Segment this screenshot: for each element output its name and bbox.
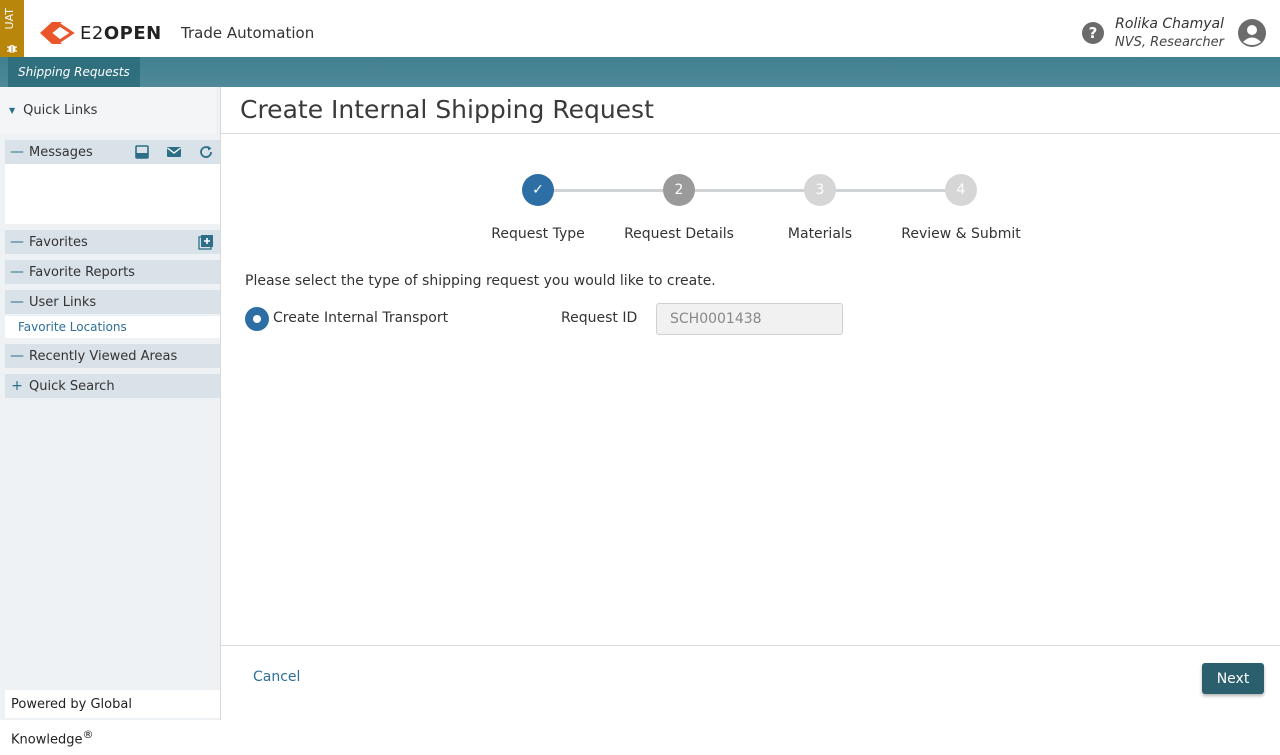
- collapse-icon[interactable]: —: [5, 264, 29, 280]
- step-3-circle[interactable]: 3: [804, 174, 836, 206]
- section-label: Quick Search: [29, 378, 115, 394]
- step-connector: [679, 189, 820, 192]
- section-label: User Links: [29, 294, 97, 310]
- request-id-label: Request ID: [561, 310, 638, 326]
- section-label: Recently Viewed Areas: [29, 348, 178, 364]
- inbox-icon[interactable]: [134, 144, 150, 160]
- e2open-logo[interactable]: E2OPEN: [36, 19, 162, 47]
- collapse-icon[interactable]: —: [5, 144, 29, 160]
- nav-bar: Shipping Requests: [0, 57, 1280, 87]
- section-favorites[interactable]: — Favorites: [5, 230, 220, 254]
- section-label: Messages: [29, 144, 93, 160]
- create-internal-transport-radio[interactable]: [245, 307, 269, 331]
- messages-panel: [5, 164, 220, 224]
- section-label: Favorites: [29, 234, 88, 250]
- step-3-label: Materials: [787, 226, 853, 242]
- collapse-icon[interactable]: —: [5, 234, 29, 250]
- user-role: NVS, Researcher: [1115, 35, 1224, 50]
- logo-text: E2OPEN: [80, 22, 162, 44]
- step-2-circle[interactable]: 2: [663, 174, 695, 206]
- bug-icon[interactable]: [6, 42, 18, 54]
- section-messages[interactable]: — Messages: [5, 140, 220, 164]
- divider: [221, 133, 1280, 134]
- collapse-icon[interactable]: —: [5, 348, 29, 364]
- step-connector: [538, 189, 679, 192]
- section-recently-viewed[interactable]: — Recently Viewed Areas: [5, 344, 220, 368]
- expand-icon[interactable]: +: [5, 378, 29, 394]
- step-2-label: Request Details: [624, 226, 734, 242]
- link-favorite-locations[interactable]: Favorite Locations: [5, 316, 220, 338]
- divider: [221, 645, 1280, 646]
- tab-shipping-requests[interactable]: Shipping Requests: [8, 57, 140, 87]
- section-label: Favorite Reports: [29, 264, 135, 280]
- next-button[interactable]: Next: [1202, 663, 1264, 694]
- step-connector: [820, 189, 961, 192]
- section-favorite-reports[interactable]: — Favorite Reports: [5, 260, 220, 284]
- environment-badge: UAT: [0, 0, 24, 57]
- sidebar: ▼ Quick Links — Messages — Favorites — F…: [0, 87, 221, 747]
- top-bar: UAT E2OPEN Trade Automation ? Rolika Cha…: [0, 0, 1280, 57]
- wizard-steps: ✓ 2 3 4 Request Type Request Details Mat…: [488, 172, 1048, 252]
- quick-links-label: Quick Links: [23, 102, 98, 118]
- section-quick-search[interactable]: + Quick Search: [5, 374, 220, 398]
- request-id-input[interactable]: [656, 303, 843, 335]
- quick-links-header[interactable]: ▼ Quick Links: [0, 87, 216, 133]
- add-favorite-icon[interactable]: [198, 234, 214, 250]
- refresh-icon[interactable]: [198, 144, 214, 160]
- step-4-circle[interactable]: 4: [945, 174, 977, 206]
- user-avatar-icon[interactable]: [1238, 19, 1266, 47]
- user-name[interactable]: Rolika Chamyal: [1115, 16, 1224, 32]
- instruction-text: Please select the type of shipping reque…: [245, 273, 716, 289]
- app-title: Trade Automation: [181, 24, 315, 42]
- create-internal-transport-label[interactable]: Create Internal Transport: [273, 310, 448, 326]
- powered-by: Powered by Global Knowledge®: [5, 690, 220, 747]
- help-icon[interactable]: ?: [1082, 22, 1104, 44]
- logo-mark-icon: [40, 22, 75, 44]
- environment-label: UAT: [3, 8, 16, 30]
- section-user-links[interactable]: — User Links: [5, 290, 220, 314]
- collapse-icon[interactable]: —: [5, 294, 29, 310]
- caret-down-icon: ▼: [9, 105, 16, 115]
- step-1-label: Request Type: [491, 226, 585, 242]
- cancel-link[interactable]: Cancel: [253, 669, 300, 685]
- page-title: Create Internal Shipping Request: [240, 95, 654, 124]
- step-1-check-icon[interactable]: ✓: [522, 174, 554, 206]
- mail-icon[interactable]: [166, 144, 182, 160]
- step-4-label: Review & Submit: [901, 226, 1021, 242]
